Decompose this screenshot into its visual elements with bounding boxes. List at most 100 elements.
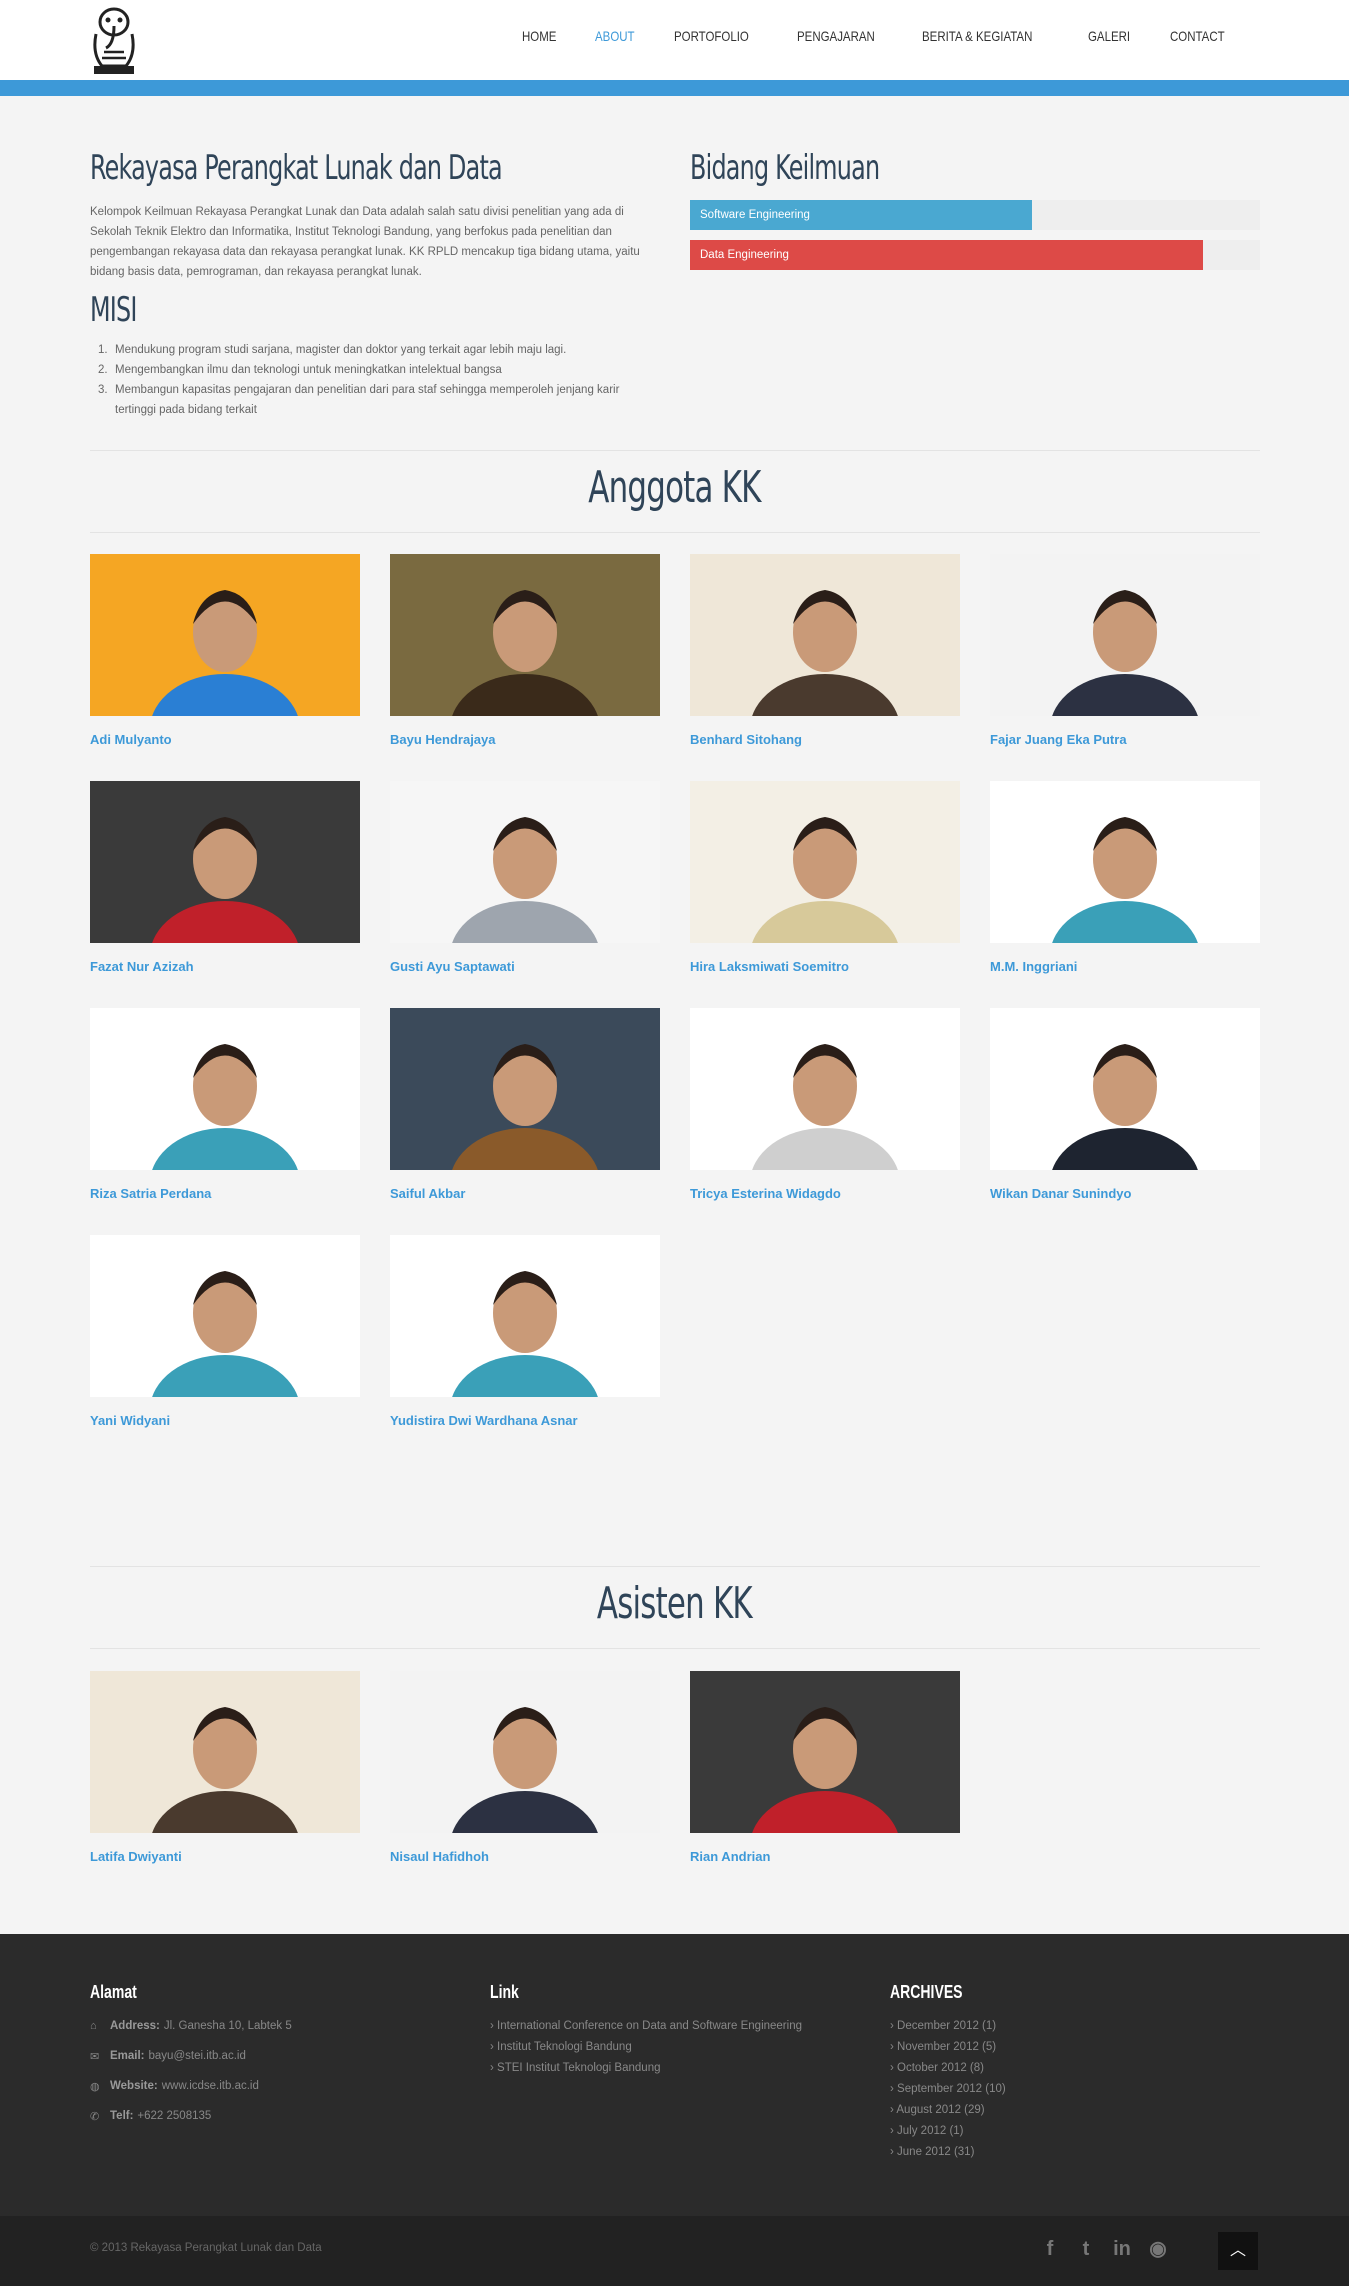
- member-card: Tricya Esterina Widagdo: [690, 1008, 960, 1201]
- scroll-to-top-button[interactable]: ︿: [1218, 2232, 1258, 2270]
- envelope-icon: ✉: [90, 2051, 100, 2063]
- member-photo[interactable]: [690, 1008, 960, 1170]
- member-card: Bayu Hendrajaya: [390, 554, 660, 747]
- member-photo[interactable]: [390, 1008, 660, 1170]
- portrait-icon: [390, 781, 660, 943]
- nav-item-pengajaran[interactable]: PENGAJARAN: [797, 28, 875, 44]
- nav-item-home[interactable]: HOME: [522, 28, 556, 44]
- skill-fill: Data Engineering: [690, 240, 1203, 270]
- archive-link[interactable]: › November 2012 (5): [890, 2041, 1006, 2062]
- member-photo[interactable]: [390, 1671, 660, 1833]
- member-photo[interactable]: [390, 554, 660, 716]
- member-card: Adi Mulyanto: [90, 554, 360, 747]
- footer-link[interactable]: › STEI Institut Teknologi Bandung: [490, 2062, 802, 2083]
- member-name-link[interactable]: Wikan Danar Sunindyo: [990, 1186, 1260, 1201]
- archive-link[interactable]: › October 2012 (8): [890, 2062, 1006, 2083]
- portrait-icon: [90, 554, 360, 716]
- portrait-icon: [90, 1235, 360, 1397]
- member-name-link[interactable]: Nisaul Hafidhoh: [390, 1849, 660, 1864]
- footer-link[interactable]: › Institut Teknologi Bandung: [490, 2041, 802, 2062]
- member-photo[interactable]: [990, 554, 1260, 716]
- member-photo[interactable]: [990, 781, 1260, 943]
- portrait-icon: [990, 1008, 1260, 1170]
- member-name-link[interactable]: Fajar Juang Eka Putra: [990, 732, 1260, 747]
- github-icon[interactable]: ◉: [1144, 2234, 1172, 2264]
- member-name-link[interactable]: Saiful Akbar: [390, 1186, 660, 1201]
- member-name-link[interactable]: Yudistira Dwi Wardhana Asnar: [390, 1413, 660, 1428]
- member-photo[interactable]: [990, 1008, 1260, 1170]
- member-name-link[interactable]: Bayu Hendrajaya: [390, 732, 660, 747]
- member-card: Saiful Akbar: [390, 1008, 660, 1201]
- website-text[interactable]: www.icdse.itb.ac.id: [162, 2080, 259, 2092]
- nav-item-contact[interactable]: CONTACT: [1170, 28, 1225, 44]
- portrait-icon: [690, 781, 960, 943]
- member-card: Fajar Juang Eka Putra: [990, 554, 1260, 747]
- globe-icon: ◍: [90, 2081, 100, 2093]
- twitter-icon[interactable]: t: [1072, 2234, 1100, 2264]
- nav-item-about[interactable]: ABOUT: [595, 28, 635, 44]
- portrait-icon: [690, 554, 960, 716]
- nav-item-galeri[interactable]: GALERI: [1088, 28, 1130, 44]
- footer: Alamat ⌂ Address: Jl. Ganesha 10, Labtek 5…: [0, 1934, 1349, 2216]
- member-name-link[interactable]: M.M. Inggriani: [990, 959, 1260, 974]
- section-divider: [90, 1566, 1260, 1567]
- footer-link[interactable]: › International Conference on Data and S…: [490, 2020, 802, 2041]
- member-card: Benhard Sitohang: [690, 554, 960, 747]
- member-photo[interactable]: [390, 1235, 660, 1397]
- footer-bottom-bar: © 2013 Rekayasa Perangkat Lunak dan Data…: [0, 2216, 1349, 2286]
- member-photo[interactable]: [390, 781, 660, 943]
- member-card: Wikan Danar Sunindyo: [990, 1008, 1260, 1201]
- chevron-right-icon: ›: [890, 2125, 898, 2137]
- about-description: Kelompok Keilmuan Rekayasa Perangkat Lun…: [90, 206, 640, 278]
- asisten-title: Asisten KK: [596, 1578, 753, 1629]
- member-photo[interactable]: [90, 781, 360, 943]
- member-name-link[interactable]: Gusti Ayu Saptawati: [390, 959, 660, 974]
- itb-ganesha-logo[interactable]: [88, 4, 140, 76]
- member-card: Latifa Dwiyanti: [90, 1671, 360, 1864]
- facebook-icon[interactable]: f: [1036, 2234, 1064, 2264]
- portrait-icon: [90, 1671, 360, 1833]
- member-name-link[interactable]: Hira Laksmiwati Soemitro: [690, 959, 960, 974]
- email-text[interactable]: bayu@stei.itb.ac.id: [149, 2050, 246, 2062]
- nav-item-portofolio[interactable]: PORTOFOLIO: [674, 28, 749, 44]
- portrait-icon: [690, 1671, 960, 1833]
- misi-list: 1. Mendukung program studi sarjana, magis…: [98, 340, 658, 420]
- portrait-icon: [390, 1671, 660, 1833]
- misi-item: 3. Membangun kapasitas pengajaran dan pen…: [98, 384, 620, 416]
- archive-link[interactable]: › June 2012 (31): [890, 2146, 1006, 2167]
- archive-link[interactable]: › September 2012 (10): [890, 2083, 1006, 2104]
- footer-link-title: Link: [490, 1982, 519, 2002]
- member-name-link[interactable]: Tricya Esterina Widagdo: [690, 1186, 960, 1201]
- member-photo[interactable]: [90, 1671, 360, 1833]
- nav-item-berita-kegiatan[interactable]: BERITA & KEGIATAN: [922, 28, 1032, 44]
- member-name-link[interactable]: Fazat Nur Azizah: [90, 959, 360, 974]
- member-name-link[interactable]: Riza Satria Perdana: [90, 1186, 360, 1201]
- archive-link[interactable]: › August 2012 (29): [890, 2104, 1006, 2125]
- member-card: M.M. Inggriani: [990, 781, 1260, 974]
- archive-link[interactable]: › July 2012 (1): [890, 2125, 1006, 2146]
- member-photo[interactable]: [690, 554, 960, 716]
- member-name-link[interactable]: Latifa Dwiyanti: [90, 1849, 360, 1864]
- chevron-right-icon: ›: [490, 2020, 498, 2032]
- member-name-link[interactable]: Benhard Sitohang: [690, 732, 960, 747]
- linkedin-icon[interactable]: in: [1108, 2234, 1136, 2264]
- member-photo[interactable]: [90, 1008, 360, 1170]
- member-card: Yani Widyani: [90, 1235, 360, 1428]
- member-photo[interactable]: [690, 781, 960, 943]
- archive-link[interactable]: › December 2012 (1): [890, 2020, 1006, 2041]
- chevron-right-icon: ›: [890, 2146, 898, 2158]
- member-name-link[interactable]: Rian Andrian: [690, 1849, 960, 1864]
- chevron-right-icon: ›: [890, 2020, 898, 2032]
- site-header: HOME ABOUT PORTOFOLIO PENGAJARAN BERITA & KE…: [0, 0, 1349, 80]
- member-photo[interactable]: [690, 1671, 960, 1833]
- header-accent-bar: [0, 80, 1349, 96]
- member-photo[interactable]: [90, 1235, 360, 1397]
- member-photo[interactable]: [90, 554, 360, 716]
- page-title: Rekayasa Perangkat Lunak dan Data: [90, 148, 503, 188]
- member-name-link[interactable]: Yani Widyani: [90, 1413, 360, 1428]
- portrait-icon: [390, 1008, 660, 1170]
- phone-icon: ✆: [90, 2111, 100, 2123]
- misi-title: MISI: [90, 290, 137, 330]
- member-name-link[interactable]: Adi Mulyanto: [90, 732, 360, 747]
- skill-bar-data-engineering: Data Engineering: [690, 240, 1260, 270]
